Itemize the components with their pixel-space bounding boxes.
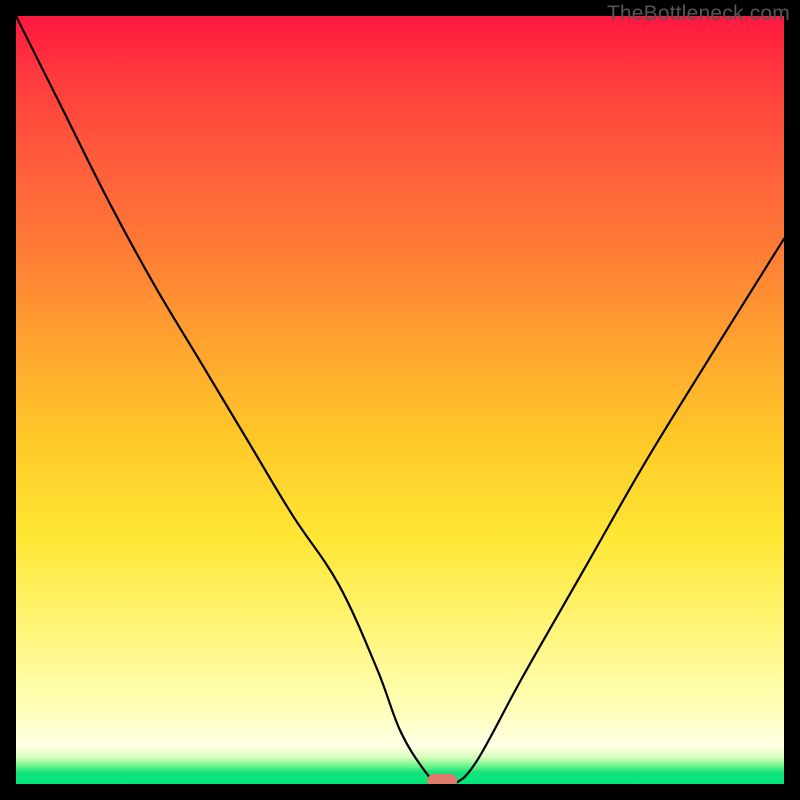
chart-frame: TheBottleneck.com — [0, 0, 800, 800]
plot-area — [16, 16, 784, 784]
watermark-text: TheBottleneck.com — [607, 2, 790, 26]
bottleneck-curve — [16, 16, 784, 784]
optimal-point-marker — [16, 16, 784, 784]
